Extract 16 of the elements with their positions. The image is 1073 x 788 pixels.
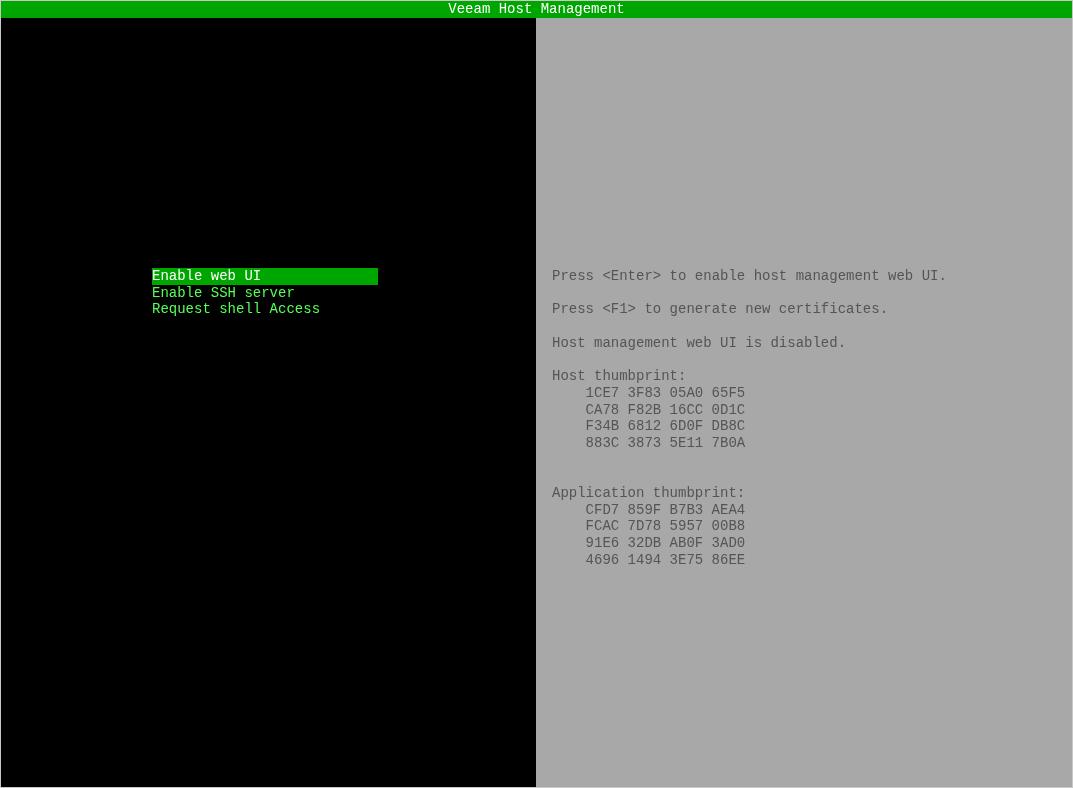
thumbprint-value: CFD7 859F B7B3 AEA4 (584, 501, 746, 519)
thumbprint-value: 91E6 32DB AB0F 3AD0 (584, 535, 746, 552)
thumbprint-label: Host thumbprint: (552, 368, 687, 385)
thumbprint-label: Application thumbprint: (552, 485, 746, 502)
thumbprint-value: 4696 1494 3E75 86EE (584, 551, 746, 569)
info-text: Host management web UI is disabled. (552, 334, 847, 351)
thumbprint-value: 1CE7 3F83 05A0 65F5 (584, 384, 746, 402)
menu-item[interactable]: Request shell Access (152, 301, 378, 319)
info-text: Press <Enter> to enable host management web UI. (552, 268, 947, 284)
thumbprint-value: 883C 3873 5E11 7B0A (584, 435, 746, 452)
thumbprint-value: FCAC 7D78 5957 00B8 (584, 518, 746, 536)
window-title: Veeam Host Management (448, 1, 625, 18)
info-text: Press <F1> to generate new certificates. (552, 301, 889, 318)
thumbprint-value: F34B 6812 6D0F DB8C (584, 418, 746, 435)
menu-item[interactable]: Enable SSH server (152, 284, 378, 302)
thumbprint-value: CA78 F82B 16CC 0D1C (584, 401, 746, 419)
